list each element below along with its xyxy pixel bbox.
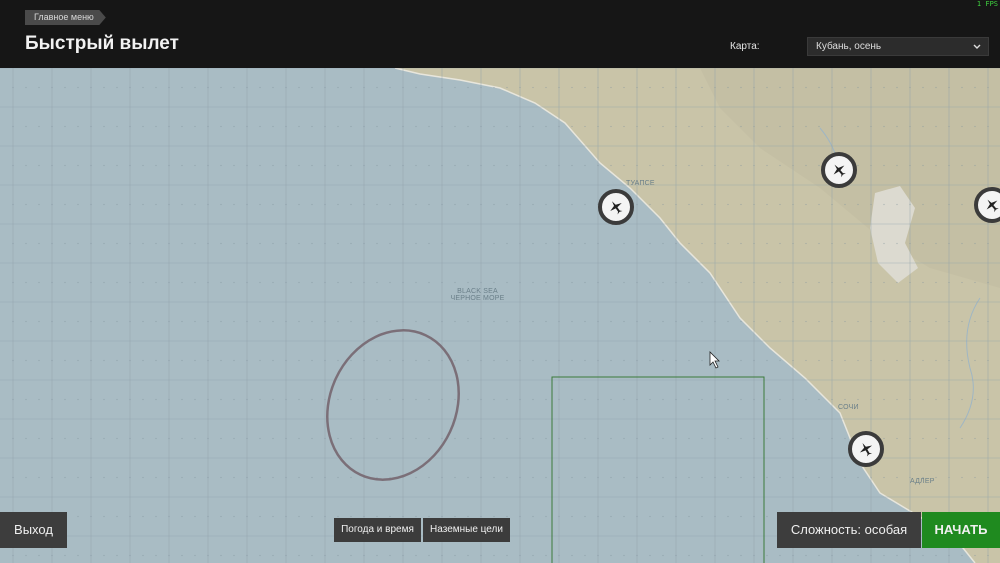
town-label-tuapse: ТУАПСЕ (626, 180, 655, 187)
mouse-cursor (709, 351, 720, 369)
town-label-sochi: СОЧИ (838, 404, 859, 411)
map-select-value: Кубань, осень (816, 41, 882, 52)
map-select[interactable]: Кубань, осень (807, 37, 989, 56)
breadcrumb-main-menu[interactable]: Главное меню (25, 10, 106, 25)
airfield-adler[interactable] (848, 431, 884, 467)
start-button[interactable]: НАЧАТЬ (922, 512, 1000, 548)
town-label-adler: АДЛЕР (910, 478, 935, 485)
airfield-tuapse[interactable] (598, 189, 634, 225)
sea-label-ru: ЧЕРНОЕ МОРЕ (450, 295, 505, 302)
plane-icon (610, 201, 623, 215)
plane-icon (986, 199, 999, 213)
map-label: Карта: (730, 41, 760, 52)
exit-button[interactable]: Выход (0, 512, 67, 548)
plane-icon (833, 164, 846, 178)
fps-counter: 1 FPS (976, 0, 998, 8)
zone-ellipse (326, 329, 460, 481)
zone-green-rect (551, 376, 765, 563)
airfield-north[interactable] (821, 152, 857, 188)
weather-time-button[interactable]: Погода и время (334, 518, 421, 542)
plane-icon (859, 442, 873, 457)
sea-label-en: BLACK SEA (457, 288, 498, 295)
ground-targets-button[interactable]: Наземные цели (423, 518, 510, 542)
map-view[interactable]: BLACK SEA ЧЕРНОЕ МОРЕ ТУАПСЕ СОЧИ АДЛЕР (0, 68, 1000, 563)
chevron-down-icon (973, 44, 981, 49)
map-canvas (0, 68, 1000, 563)
page-title: Быстрый вылет (25, 33, 179, 54)
difficulty-button[interactable]: Сложность: особая (777, 512, 921, 548)
sea-label: BLACK SEA ЧЕРНОЕ МОРЕ (445, 288, 510, 302)
header-bar: Главное меню Быстрый вылет Карта: Кубань… (0, 0, 1000, 68)
